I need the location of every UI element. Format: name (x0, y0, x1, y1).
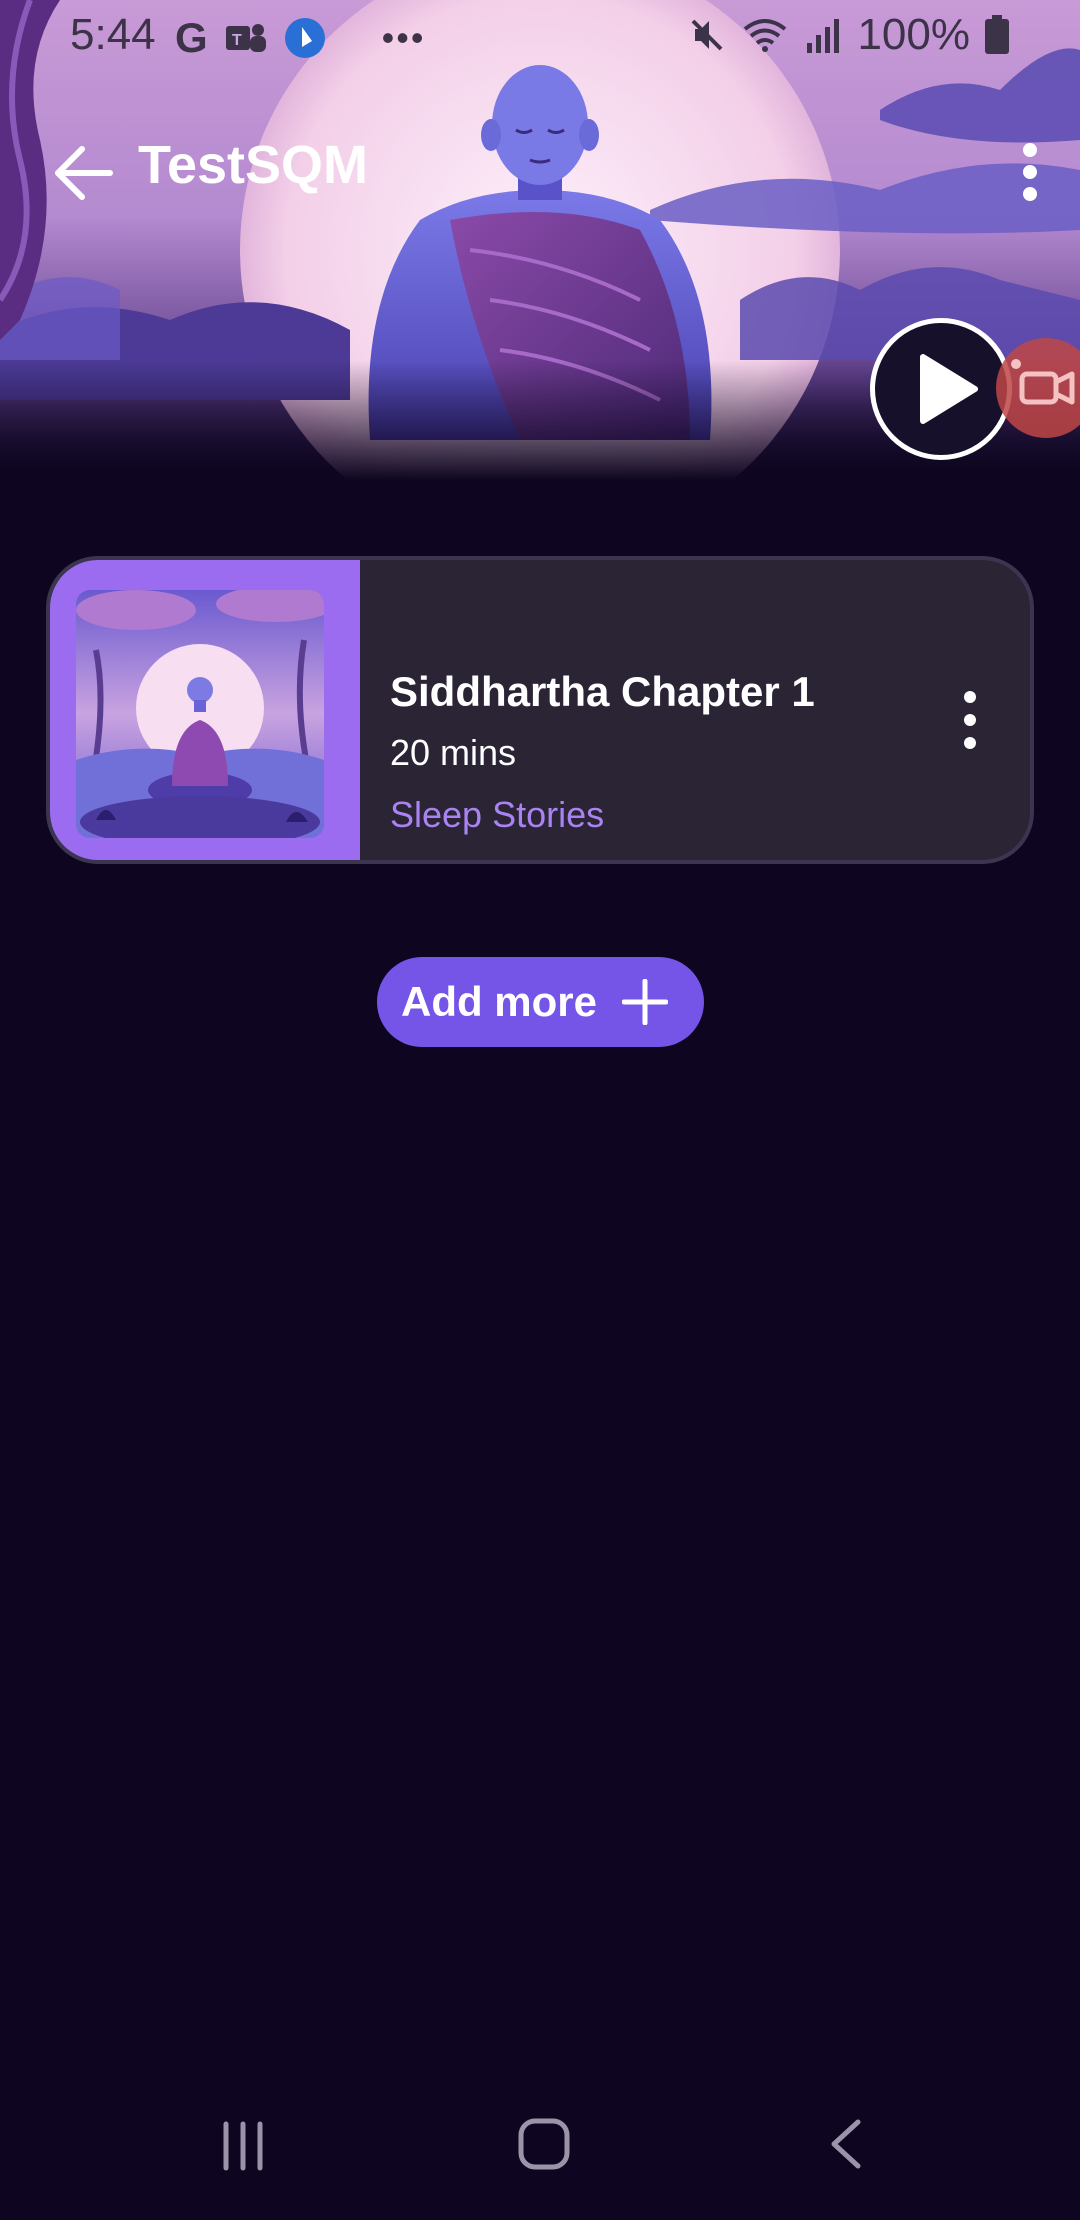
add-more-label: Add more (401, 978, 598, 1025)
app-icon (284, 18, 325, 58)
home-icon[interactable] (516, 2116, 572, 2172)
status-bar: 5:44 G T ••• 100% (0, 0, 1080, 72)
nav-back-icon[interactable] (826, 2116, 866, 2172)
playlist-screen: 5:44 G T ••• 100% TestSQM Siddhartha Cha… (0, 0, 1080, 2220)
more-options-icon[interactable] (1000, 136, 1060, 208)
playlist-item[interactable]: Siddhartha Chapter 1 20 mins Sleep Stori… (46, 556, 1034, 864)
system-navigation-bar (0, 2080, 1080, 2220)
battery-icon (985, 15, 1009, 54)
track-duration: 20 mins (390, 732, 517, 773)
track-thumbnail (76, 590, 324, 838)
more-notifications-icon: ••• (381, 17, 426, 58)
screen-record-button[interactable] (996, 338, 1080, 438)
page-title: TestSQM (138, 135, 369, 195)
svg-text:T: T (232, 32, 242, 49)
system-status: 100% (687, 10, 1010, 60)
mute-icon (692, 19, 723, 51)
recents-icon[interactable] (218, 2118, 268, 2174)
play-button[interactable] (870, 318, 1012, 460)
google-icon: G (175, 14, 208, 61)
back-arrow-icon[interactable] (50, 138, 120, 208)
signal-icon (807, 19, 840, 53)
battery-percentage: 100% (857, 10, 970, 59)
thumbnail-panel (50, 560, 360, 860)
wifi-icon (744, 19, 787, 52)
teams-icon: T (225, 24, 266, 52)
track-title: Siddhartha Chapter 1 (390, 668, 815, 715)
add-more-button[interactable]: Add more (377, 957, 704, 1047)
track-category: Sleep Stories (390, 794, 605, 835)
notification-icons: G T ••• (175, 14, 425, 62)
play-icon (920, 354, 978, 424)
status-time: 5:44 (70, 10, 156, 59)
track-more-options-icon[interactable] (950, 685, 990, 755)
plus-icon (622, 979, 668, 1025)
video-camera-icon (1011, 359, 1075, 405)
app-bar: TestSQM (0, 120, 1080, 220)
